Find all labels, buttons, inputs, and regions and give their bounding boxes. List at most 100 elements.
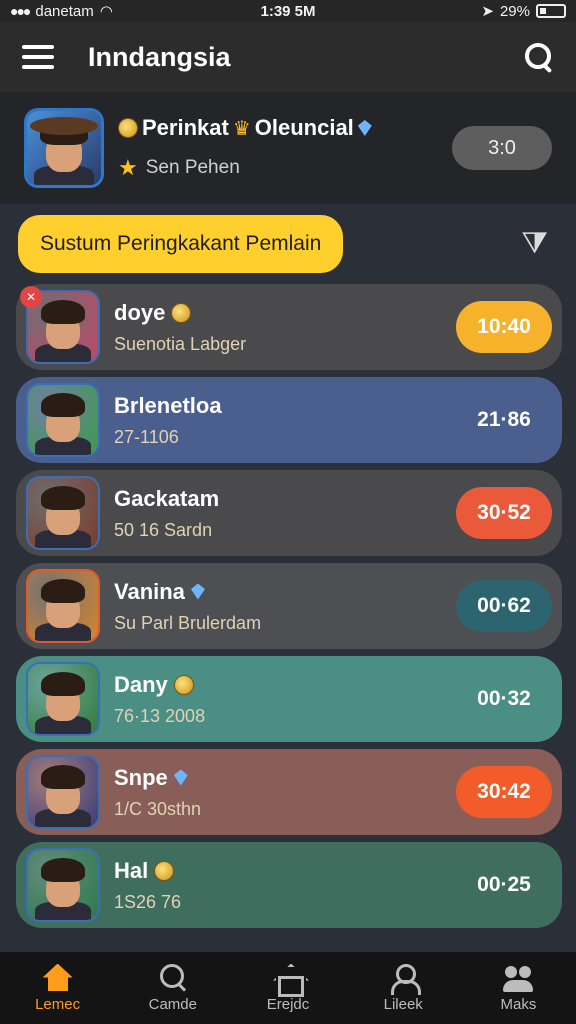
status-bar: ●●● danetam ◠ 1:39 5M ➤ 29% [0, 0, 576, 22]
signal-icon: ●●● [10, 3, 31, 19]
avatar [26, 755, 100, 829]
coin-icon [154, 860, 175, 881]
player-subtitle: 50 16 Sardn [114, 519, 213, 540]
coin-icon [171, 302, 192, 323]
table-row[interactable]: Dany 76·13 2008 00·32 [16, 656, 562, 742]
leaderboard-list: ✕ doye Suenotia Labger 10:40 Brlenetloa … [16, 284, 562, 935]
nav-item-label: Maks [500, 995, 537, 1013]
player-name: Hal [114, 858, 456, 884]
player-name-label: Gackatam [114, 485, 220, 511]
avatar [26, 569, 100, 643]
player-name: Snpe [114, 765, 456, 791]
player-name: Brlenetloa [114, 393, 456, 419]
nav-item-label: Lileek [383, 995, 423, 1013]
player-info: Hal 1S26 76 [114, 858, 456, 913]
gem-icon [190, 583, 205, 600]
battery-icon [536, 4, 566, 18]
rank-badge-icon: ✕ [20, 286, 42, 308]
avatar [26, 383, 100, 457]
player-time: 30:42 [456, 766, 552, 818]
player-time: 00·62 [456, 580, 552, 632]
app-bar: Inndangsia [0, 22, 576, 92]
player-time: 00·25 [477, 873, 531, 896]
player-info: Brlenetloa 27-1106 [114, 393, 456, 448]
status-left: ●●● danetam ◠ [10, 2, 210, 21]
search-icon[interactable] [524, 42, 554, 72]
player-time: 21·86 [477, 408, 531, 431]
player-info: Dany 76·13 2008 [114, 672, 456, 727]
wifi-icon: ◠ [99, 3, 113, 20]
player-info: Snpe 1/C 30sthn [114, 765, 456, 820]
table-row[interactable]: Snpe 1/C 30sthn 30:42 [16, 749, 562, 835]
nav-item-camde[interactable]: Camde [115, 952, 230, 1024]
player-subtitle: 1/C 30sthn [114, 798, 202, 819]
player-name-label: Vanina [114, 578, 185, 604]
avatar [24, 108, 104, 188]
nav-item-maks[interactable]: Maks [461, 952, 576, 1024]
player-info: Vanina Su Parl Brulerdam [114, 579, 456, 634]
star-icon: ★ [118, 155, 138, 180]
location-icon: ➤ [481, 3, 494, 20]
nav-item-label: Erejdc [266, 995, 310, 1013]
menu-icon[interactable] [22, 45, 54, 69]
player-subtitle: Suenotia Labger [114, 333, 247, 354]
player-subtitle: Su Parl Brulerdam [114, 612, 262, 633]
profile-subtitle-label: Sen Pehen [145, 157, 240, 178]
coin-icon [173, 674, 194, 695]
home-icon [43, 964, 73, 992]
page-title: Inndangsia [88, 41, 231, 72]
house-icon [273, 964, 304, 997]
profile-name: Perinkat ♛ Oleuncial [118, 115, 452, 141]
avatar [26, 662, 100, 736]
avatar [26, 476, 100, 550]
profile-name-label: Perinkat [142, 115, 229, 140]
gem-icon [357, 120, 372, 136]
player-time: 10:40 [456, 301, 552, 353]
player-time: 00·32 [477, 687, 531, 710]
player-subtitle: 76·13 2008 [114, 705, 206, 726]
player-info: doye Suenotia Labger [114, 300, 456, 355]
player-name-label: Dany [114, 671, 168, 697]
sort-row: Sustum Peringkakant Pemlain ⧩ [0, 204, 576, 284]
sort-button[interactable]: Sustum Peringkakant Pemlain [18, 215, 344, 273]
table-row[interactable]: ✕ doye Suenotia Labger 10:40 [16, 284, 562, 370]
search-icon [158, 963, 188, 992]
group-icon [503, 964, 534, 992]
filter-icon[interactable]: ⧩ [521, 227, 548, 261]
avatar [26, 848, 100, 922]
table-row[interactable]: Gackatam 50 16 Sardn 30·52 [16, 470, 562, 556]
player-subtitle: 1S26 76 [114, 891, 182, 912]
status-right: ➤ 29% [366, 2, 566, 20]
profile-subtitle: ★ Sen Pehen [118, 155, 452, 181]
nav-item-erejdc[interactable]: Erejdc [230, 952, 345, 1024]
nav-item-lemec[interactable]: Lemec [0, 952, 115, 1024]
player-subtitle: 27-1106 [114, 426, 179, 447]
table-row[interactable]: Brlenetloa 27-1106 21·86 [16, 377, 562, 463]
profile-score: 3:0 [452, 126, 552, 170]
player-name: Vanina [114, 579, 456, 605]
player-info: Gackatam 50 16 Sardn [114, 486, 456, 541]
player-name: Dany [114, 672, 456, 698]
status-time: 1:39 5M [260, 2, 316, 20]
coin-icon [118, 118, 138, 138]
profile-name-suffix: Oleuncial [254, 115, 354, 140]
table-row[interactable]: Hal 1S26 76 00·25 [16, 842, 562, 928]
player-name-label: Hal [114, 857, 149, 883]
bottom-navigation: Lemec Camde Erejdc Lileek Maks [0, 952, 576, 1024]
player-name-label: Snpe [114, 764, 168, 790]
player-name-label: Brlenetloa [114, 392, 222, 418]
gem-icon [173, 769, 188, 786]
nav-item-label: Camde [148, 995, 197, 1013]
player-time: 30·52 [456, 487, 552, 539]
current-player-card[interactable]: Perinkat ♛ Oleuncial ★ Sen Pehen 3:0 [0, 92, 576, 204]
player-name: doye [114, 300, 456, 326]
carrier-label: danetam [35, 2, 94, 20]
battery-percent: 29% [499, 2, 530, 20]
crown-icon: ♛ [232, 117, 251, 140]
player-name: Gackatam [114, 486, 456, 512]
profile-info: Perinkat ♛ Oleuncial ★ Sen Pehen [118, 115, 452, 181]
nav-item-label: Lemec [35, 995, 81, 1013]
table-row[interactable]: Vanina Su Parl Brulerdam 00·62 [16, 563, 562, 649]
nav-item-lileek[interactable]: Lileek [346, 952, 461, 1024]
player-name-label: doye [114, 299, 166, 325]
